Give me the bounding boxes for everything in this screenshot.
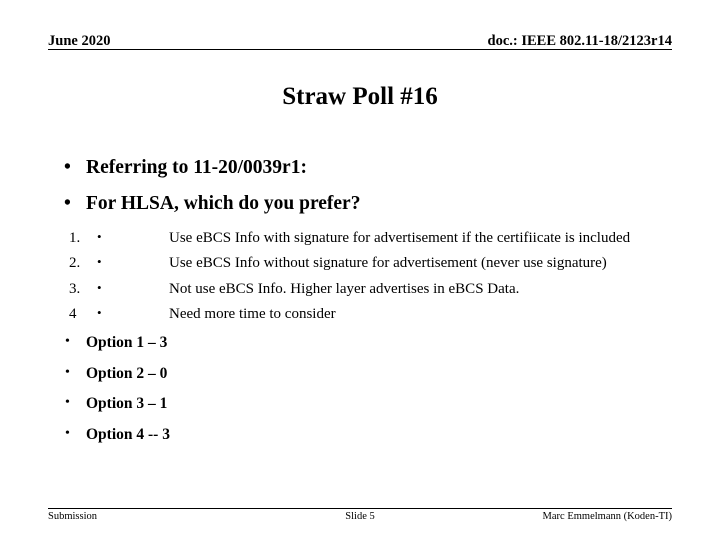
- slide-header: June 2020 doc.: IEEE 802.11-18/2123r14: [48, 30, 672, 50]
- poll-option-text: 1. Use eBCS Info with signature for adver…: [69, 229, 672, 247]
- poll-result-option-2: • Option 2 – 0: [48, 364, 672, 382]
- header-date: June 2020: [48, 32, 111, 49]
- poll-result-option-3: • Option 3 – 1: [48, 396, 672, 412]
- poll-result-label: Option 3 – 1: [86, 395, 168, 413]
- bullet-icon: •: [64, 192, 71, 214]
- slide: June 2020 doc.: IEEE 802.11-18/2123r14 S…: [0, 0, 720, 540]
- bullet-icon: •: [97, 229, 102, 244]
- header-document-id: doc.: IEEE 802.11-18/2123r14: [487, 32, 672, 49]
- bullet-icon: •: [65, 334, 70, 350]
- bullet-item-referring: • Referring to 11-20/0039r1:: [48, 158, 672, 178]
- poll-option-label: Need more time to consider: [169, 305, 336, 322]
- bullet-item-question: • For HLSA, which do you prefer?: [48, 192, 672, 214]
- slide-footer: Submission Slide 5 Marc Emmelmann (Koden…: [48, 508, 672, 526]
- poll-option-2: • 2. Use eBCS Info without signature for …: [48, 254, 672, 272]
- poll-result-label: Option 1 – 3: [86, 334, 168, 352]
- poll-result-label: Option 4 -- 3: [86, 425, 170, 443]
- poll-option-3: • 3. Not use eBCS Info. Higher layer adve…: [48, 280, 672, 298]
- bullet-icon: •: [65, 425, 70, 441]
- poll-option-number: 4: [69, 305, 77, 322]
- poll-option-text: 2. Use eBCS Info without signature for ad…: [69, 254, 672, 272]
- slide-body: • Referring to 11-20/0039r1: • For HLSA,…: [48, 158, 672, 457]
- poll-option-text: 4 Need more time to consider: [69, 305, 672, 323]
- footer-author: Marc Emmelmann (Koden-TI): [542, 511, 672, 522]
- poll-result-option-4: • Option 4 -- 3: [48, 425, 672, 443]
- poll-option-1: • 1. Use eBCS Info with signature for adv…: [48, 229, 672, 247]
- poll-option-number: 1.: [69, 230, 81, 246]
- poll-option-number: 3.: [69, 280, 81, 297]
- poll-option-label: Not use eBCS Info. Higher layer advertis…: [169, 280, 520, 297]
- bullet-icon: •: [97, 304, 102, 320]
- bullet-label: For HLSA, which do you prefer?: [86, 192, 361, 214]
- poll-option-number: 2.: [69, 255, 81, 272]
- poll-result-option-1: • Option 1 – 3: [48, 335, 672, 351]
- poll-option-4: • 4 Need more time to consider: [48, 305, 672, 323]
- poll-option-text: 3. Not use eBCS Info. Higher layer advert…: [69, 280, 672, 298]
- footer-inner: Submission Slide 5 Marc Emmelmann (Koden…: [48, 509, 672, 526]
- page-title: Straw Poll #16: [282, 83, 438, 110]
- bullet-icon: •: [65, 395, 70, 411]
- poll-results-list: • Option 1 – 3 • Option 2 – 0 • Option 3…: [48, 335, 672, 442]
- bullet-icon: •: [65, 364, 70, 380]
- poll-option-label: Use eBCS Info with signature for adverti…: [169, 230, 631, 246]
- bullet-icon: •: [97, 279, 102, 295]
- poll-result-label: Option 2 – 0: [86, 364, 168, 382]
- bullet-label: Referring to 11-20/0039r1:: [86, 157, 307, 178]
- bullet-icon: •: [97, 254, 102, 270]
- bullet-icon: •: [64, 157, 71, 178]
- poll-option-label: Use eBCS Info without signature for adve…: [169, 255, 607, 272]
